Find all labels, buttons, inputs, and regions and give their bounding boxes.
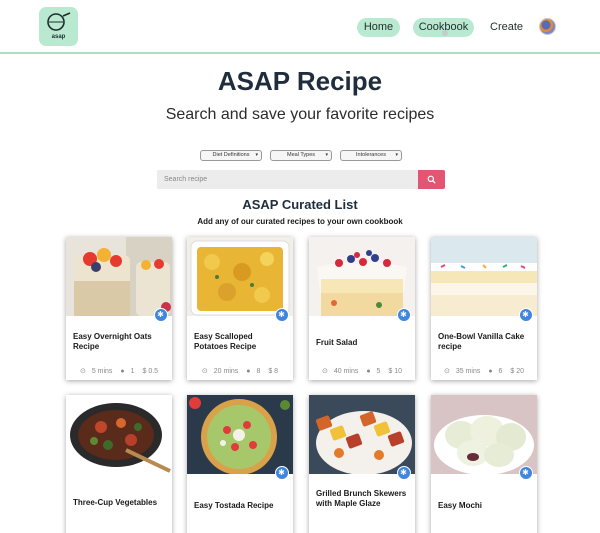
add-to-cookbook-icon[interactable]	[519, 466, 533, 480]
recipe-meta: ⊙ 35 mins ● 6 $ 20	[431, 367, 537, 375]
recipe-image	[187, 237, 293, 316]
curated-list-subtitle: Add any of our curated recipes to your o…	[197, 217, 403, 226]
top-nav: asap Home Cookbook Create	[0, 0, 600, 54]
recipe-name: Easy Mochi	[438, 501, 483, 510]
add-to-cookbook-icon[interactable]	[397, 308, 411, 322]
clock-icon: ⊙	[443, 368, 450, 375]
recipe-name: Fruit Salad	[316, 338, 358, 347]
meal-types-select[interactable]: Meal Types ▾	[270, 150, 332, 161]
clock-icon: ⊙	[201, 368, 208, 375]
intolerances-select-label: Intolerances	[356, 152, 386, 158]
recipe-image	[187, 395, 293, 474]
person-icon: ●	[488, 368, 493, 375]
recipe-card[interactable]: Easy Tostada Recipe	[187, 395, 293, 533]
recipe-name: Easy Tostada Recipe	[194, 501, 274, 510]
diet-definitions-select[interactable]: Diet Definitions ▾	[200, 150, 262, 161]
search-input[interactable]: Search recipe	[157, 170, 418, 189]
recipe-card[interactable]: Fruit Salad ⊙ 40 mins ● 5 $ 10	[309, 237, 415, 380]
clock-icon: ⊙	[321, 368, 328, 375]
recipe-card[interactable]: Grilled Brunch Skewers with Maple Glaze	[309, 395, 415, 533]
meal-select-label: Meal Types	[286, 152, 316, 158]
recipe-time: 35 mins	[455, 368, 481, 375]
recipe-name: One-Bowl Vanilla Cake recipe	[438, 332, 525, 351]
add-to-cookbook-icon[interactable]	[275, 308, 289, 322]
recipe-time: 5 mins	[91, 368, 113, 375]
recipe-card[interactable]: Three-Cup Vegetables	[66, 395, 172, 533]
nav-create-link[interactable]: Create	[490, 18, 523, 37]
search-icon	[427, 175, 436, 184]
recipe-card[interactable]: One-Bowl Vanilla Cake recipe ⊙ 35 mins ● 6…	[431, 237, 537, 380]
avatar[interactable]	[539, 18, 556, 35]
recipe-image	[431, 237, 537, 316]
recipe-name: Grilled Brunch Skewers with Maple Glaze	[316, 489, 407, 508]
recipe-meta: ⊙ 20 mins ● 8 $ 8	[187, 367, 293, 375]
clock-icon: ⊙	[79, 368, 86, 375]
search-button[interactable]	[418, 170, 445, 189]
person-icon: ●	[120, 368, 125, 375]
recipe-card[interactable]: Easy Mochi	[431, 395, 537, 533]
recipe-price: $ 10	[388, 368, 403, 375]
recipe-image	[309, 395, 415, 474]
recipe-meta: ⊙ 40 mins ● 5 $ 10	[309, 367, 415, 375]
chevron-down-icon: ▾	[255, 152, 258, 158]
recipe-image	[309, 237, 415, 316]
intolerances-select[interactable]: Intolerances ▾	[340, 150, 402, 161]
recipe-meta: ⊙ 5 mins ● 1 $ 0.5	[66, 367, 172, 375]
recipe-name: Easy Overnight Oats Recipe	[73, 332, 152, 351]
nav-home-button[interactable]: Home	[357, 18, 400, 37]
recipe-image	[431, 395, 537, 474]
recipe-price: $ 0.5	[142, 368, 159, 375]
add-to-cookbook-icon[interactable]	[154, 308, 168, 322]
recipe-servings: 6	[498, 368, 503, 375]
diet-select-label: Diet Definitions	[212, 152, 250, 158]
recipe-card[interactable]: Easy Overnight Oats Recipe ⊙ 5 mins ● 1 $ …	[66, 237, 172, 380]
recipe-image	[66, 395, 172, 474]
add-to-cookbook-icon[interactable]	[275, 466, 289, 480]
page-subtitle: Search and save your favorite recipes	[165, 106, 435, 123]
page-title: ASAP Recipe	[217, 66, 383, 96]
person-icon: ●	[366, 368, 371, 375]
logo[interactable]: asap	[39, 7, 78, 46]
recipe-name: Easy Scalloped Potatoes Recipe	[194, 332, 257, 351]
recipe-time: 20 mins	[213, 368, 239, 375]
recipe-servings: 5	[376, 368, 381, 375]
recipe-price: $ 20	[510, 368, 525, 375]
chevron-down-icon: ▾	[325, 152, 328, 158]
add-to-cookbook-icon[interactable]	[519, 308, 533, 322]
recipe-card[interactable]: Easy Scalloped Potatoes Recipe ⊙ 20 mins …	[187, 237, 293, 380]
recipe-time: 40 mins	[333, 368, 359, 375]
chevron-down-icon: ▾	[395, 152, 398, 158]
curated-list-title: ASAP Curated List	[242, 197, 358, 212]
recipe-servings: 8	[256, 368, 261, 375]
mouse-cursor-icon	[442, 30, 448, 36]
recipe-name: Three-Cup Vegetables	[73, 498, 158, 507]
logo-text: asap	[51, 34, 66, 40]
recipe-price: $ 8	[268, 368, 279, 375]
recipe-image	[66, 237, 172, 316]
add-to-cookbook-icon[interactable]	[397, 466, 411, 480]
logo-icon	[47, 12, 71, 31]
recipe-servings: 1	[130, 368, 135, 375]
person-icon: ●	[246, 368, 251, 375]
